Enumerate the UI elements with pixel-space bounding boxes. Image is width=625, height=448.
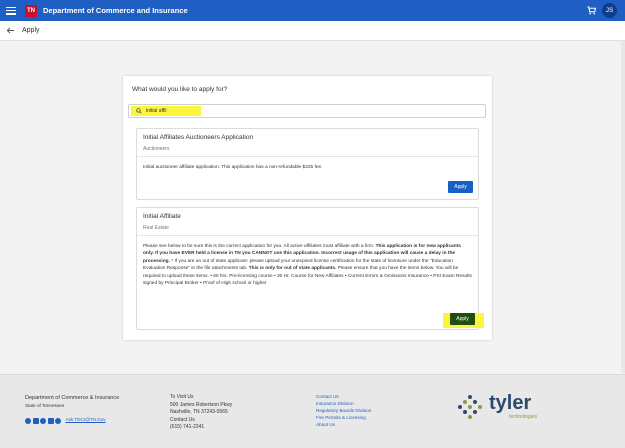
footer-link[interactable]: Contact Us (316, 394, 371, 401)
app-title: Department of Commerce and Insurance (43, 6, 188, 15)
social-links: Ask TDCI@TN.Gov (25, 417, 119, 424)
footer-state-name: State of Tennessee (25, 403, 65, 409)
footer-link[interactable]: About Us (316, 422, 371, 429)
address-line: Nashville, TN 37243-0565 (170, 409, 228, 415)
footer-address: To Visit Us 500 James Robertson Pkwy Nas… (170, 394, 232, 432)
phone-number: (615) 741-2241 (170, 424, 205, 430)
search-highlight: initial affil (131, 106, 201, 116)
result-description: Please see below to be sure this is the … (143, 244, 472, 287)
result-description: Initial auctioneer affiliate application… (143, 165, 323, 170)
result-category: Real Estate (143, 225, 169, 231)
apply-card: What would you like to apply for? initia… (123, 76, 492, 340)
linkedin-icon[interactable] (47, 417, 54, 424)
search-icon (136, 108, 142, 114)
address-line: 500 James Robertson Pkwy (170, 401, 233, 408)
tyler-subtitle: technologies (509, 414, 538, 420)
visit-title: To Visit Us (170, 394, 194, 400)
apply-button[interactable]: Apply (450, 313, 475, 325)
tyler-logo-mark (458, 395, 482, 419)
youtube-icon[interactable] (32, 417, 39, 424)
back-arrow-icon[interactable] (6, 26, 15, 35)
user-avatar[interactable]: JS (602, 3, 617, 18)
contact-title: Contact Us (170, 416, 195, 423)
tyler-wordmark: tyler (489, 392, 532, 414)
result-card: Initial Affiliates Auctioneers Applicati… (136, 128, 479, 200)
apply-question: What would you like to apply for? (132, 86, 228, 93)
footer-dept: Department of Commerce & Insurance State… (25, 394, 119, 424)
footer-link[interactable]: Insurance Division (316, 401, 371, 408)
footer-links: Contact Us Insurance Division Regulatory… (316, 394, 371, 428)
page-subheader: Apply (0, 21, 625, 41)
search-input[interactable]: initial affil (128, 104, 486, 118)
instagram-icon[interactable] (40, 417, 46, 424)
footer-link[interactable]: Regulatory Boards Division (316, 408, 371, 415)
twitter-icon[interactable] (55, 417, 61, 424)
result-card: Initial Affiliate Real Estate Please see… (136, 207, 484, 330)
hamburger-menu-icon[interactable] (6, 6, 16, 15)
footer-link[interactable]: Fire Permits & Licensing (316, 415, 371, 422)
tyler-logo: tyler technologies (456, 392, 546, 422)
page-scrollbar[interactable] (621, 41, 625, 373)
tn-logo: TN (25, 4, 37, 17)
result-category: Auctioneers (143, 146, 170, 152)
footer-dept-name: Department of Commerce & Insurance (25, 395, 120, 401)
app-header: TN Department of Commerce and Insurance … (0, 0, 625, 21)
ask-email-link[interactable]: Ask TDCI@TN.Gov (66, 417, 106, 424)
result-title: Initial Affiliates Auctioneers Applicati… (143, 134, 254, 141)
result-title: Initial Affiliate (143, 213, 181, 220)
page-title: Apply (22, 27, 40, 34)
search-value: initial affil (146, 108, 167, 114)
facebook-icon[interactable] (25, 417, 31, 424)
cart-icon[interactable] (587, 6, 596, 15)
apply-button[interactable]: Apply (448, 181, 473, 193)
